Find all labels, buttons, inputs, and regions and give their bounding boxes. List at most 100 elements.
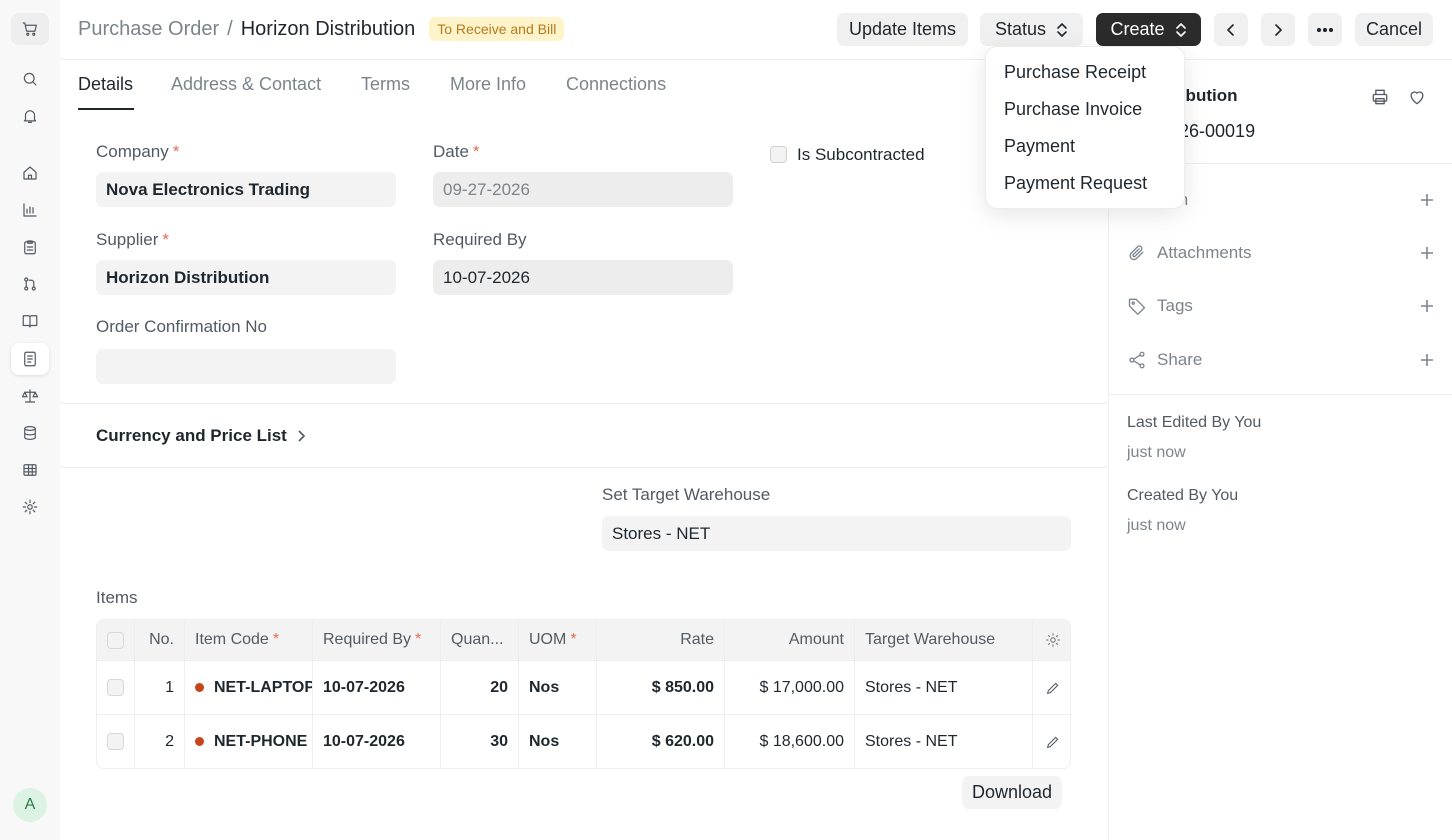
plus-icon[interactable] xyxy=(1419,245,1435,261)
table-row[interactable]: 1 NET-LAPTOP 10-07-2026 20 Nos $ 850.00 … xyxy=(97,660,1070,714)
status-badge: To Receive and Bill xyxy=(429,17,565,41)
column-header-item-code: Item Code * xyxy=(185,620,313,660)
supplier-field[interactable]: Horizon Distribution xyxy=(96,260,396,295)
column-settings-cell xyxy=(1033,620,1070,660)
user-avatar[interactable]: A xyxy=(13,788,47,822)
create-button[interactable]: Create xyxy=(1096,13,1201,46)
company-label: Company * xyxy=(96,142,180,161)
required-by-field[interactable]: 10-07-2026 xyxy=(433,260,733,295)
next-button[interactable] xyxy=(1261,13,1295,46)
row-no: 2 xyxy=(135,715,185,768)
menu-item-purchase-receipt[interactable]: Purchase Receipt xyxy=(1004,62,1146,83)
chevron-right-icon xyxy=(1275,23,1282,36)
pencil-icon[interactable] xyxy=(1045,734,1061,750)
section-divider xyxy=(60,467,1108,468)
column-header-no: No. xyxy=(135,620,185,660)
status-dot xyxy=(195,737,204,746)
plus-icon[interactable] xyxy=(1419,352,1435,368)
table-header-row: No. Item Code * Required By * Quan... UOM *… xyxy=(97,620,1070,660)
date-field[interactable]: 09-27-2026 xyxy=(433,172,733,207)
is-subcontracted-checkbox[interactable] xyxy=(770,146,787,163)
row-quantity[interactable]: 30 xyxy=(441,715,519,768)
plus-icon[interactable] xyxy=(1419,298,1435,314)
scale-icon[interactable] xyxy=(11,380,49,412)
git-branch-icon[interactable] xyxy=(11,268,49,300)
row-quantity[interactable]: 20 xyxy=(441,661,519,714)
column-header-quantity: Quan... xyxy=(441,620,519,660)
row-select-cell xyxy=(97,715,135,768)
last-edited-time: just now xyxy=(1127,444,1186,461)
created-time: just now xyxy=(1127,517,1186,534)
more-actions-button[interactable] xyxy=(1308,13,1342,46)
tab-terms[interactable]: Terms xyxy=(361,74,410,95)
select-all-checkbox[interactable] xyxy=(107,631,124,649)
row-select-cell xyxy=(97,661,135,714)
row-uom[interactable]: Nos xyxy=(519,661,597,714)
row-item-code[interactable]: NET-LAPTOP xyxy=(185,661,313,714)
page-title: Horizon Distribution xyxy=(240,17,416,40)
breadcrumb-parent[interactable]: Purchase Order xyxy=(78,18,219,41)
status-button[interactable]: Status xyxy=(980,13,1083,46)
row-amount: $ 17,000.00 xyxy=(725,661,855,714)
tags-label: Tags xyxy=(1157,296,1193,315)
cart-icon[interactable] xyxy=(11,13,49,45)
search-icon[interactable] xyxy=(11,63,49,95)
panel-divider xyxy=(1109,394,1452,395)
row-target-warehouse[interactable]: Stores - NET xyxy=(855,715,1033,768)
row-item-code[interactable]: NET-PHONE xyxy=(185,715,313,768)
settings-icon[interactable] xyxy=(1044,631,1062,649)
previous-button[interactable] xyxy=(1214,13,1248,46)
status-dot xyxy=(195,683,204,692)
update-items-button[interactable]: Update Items xyxy=(837,13,968,46)
download-button[interactable]: Download xyxy=(962,776,1063,809)
breadcrumb: Purchase Order / Horizon Distribution To… xyxy=(78,17,565,41)
table-row[interactable]: 2 NET-PHONE 10-07-2026 30 Nos $ 620.00 $… xyxy=(97,714,1070,768)
row-edit-cell xyxy=(1033,715,1070,768)
menu-item-payment[interactable]: Payment xyxy=(1004,136,1075,157)
attachments-row[interactable]: Attachments xyxy=(1127,241,1435,265)
row-uom[interactable]: Nos xyxy=(519,715,597,768)
chevron-left-icon xyxy=(1227,23,1234,36)
currency-section-toggle[interactable]: Currency and Price List xyxy=(96,426,307,446)
is-subcontracted-label: Is Subcontracted xyxy=(797,145,925,164)
plus-icon[interactable] xyxy=(1419,192,1435,208)
page-header: Purchase Order / Horizon Distribution To… xyxy=(60,0,1452,60)
company-field[interactable]: Nova Electronics Trading xyxy=(96,172,396,207)
order-confirmation-field[interactable] xyxy=(96,349,396,384)
tab-address-contact[interactable]: Address & Contact xyxy=(171,74,321,95)
menu-item-payment-request[interactable]: Payment Request xyxy=(1004,173,1147,194)
row-rate[interactable]: $ 850.00 xyxy=(597,661,725,714)
row-checkbox[interactable] xyxy=(107,679,124,696)
document-icon[interactable] xyxy=(11,343,49,375)
heart-icon[interactable] xyxy=(1407,87,1427,107)
row-rate[interactable]: $ 620.00 xyxy=(597,715,725,768)
chart-icon[interactable] xyxy=(11,194,49,226)
tags-row[interactable]: Tags xyxy=(1127,294,1435,318)
section-divider xyxy=(60,403,1108,404)
book-icon[interactable] xyxy=(11,305,49,337)
clipboard-icon[interactable] xyxy=(11,231,49,263)
row-target-warehouse[interactable]: Stores - NET xyxy=(855,661,1033,714)
table-icon[interactable] xyxy=(11,454,49,486)
cancel-button[interactable]: Cancel xyxy=(1355,13,1433,46)
target-warehouse-field[interactable]: Stores - NET xyxy=(602,516,1071,551)
chevron-up-down-icon xyxy=(1175,22,1186,37)
tab-more-info[interactable]: More Info xyxy=(450,74,526,95)
app-sidebar: A xyxy=(0,0,60,840)
settings-icon[interactable] xyxy=(11,491,49,523)
row-checkbox[interactable] xyxy=(107,733,124,750)
row-required-by[interactable]: 10-07-2026 xyxy=(313,715,441,768)
bell-icon[interactable] xyxy=(11,100,49,132)
tab-connections[interactable]: Connections xyxy=(566,74,666,95)
tab-details[interactable]: Details xyxy=(78,74,133,95)
column-header-required-by: Required By * xyxy=(313,620,441,660)
menu-item-purchase-invoice[interactable]: Purchase Invoice xyxy=(1004,99,1142,120)
pencil-icon[interactable] xyxy=(1045,680,1061,696)
row-required-by[interactable]: 10-07-2026 xyxy=(313,661,441,714)
database-icon[interactable] xyxy=(11,417,49,449)
share-row[interactable]: Share xyxy=(1127,348,1435,372)
print-icon[interactable] xyxy=(1370,87,1390,107)
home-icon[interactable] xyxy=(11,157,49,189)
status-button-label: Status xyxy=(994,19,1047,39)
last-edited-label: Last Edited By You xyxy=(1127,414,1262,431)
